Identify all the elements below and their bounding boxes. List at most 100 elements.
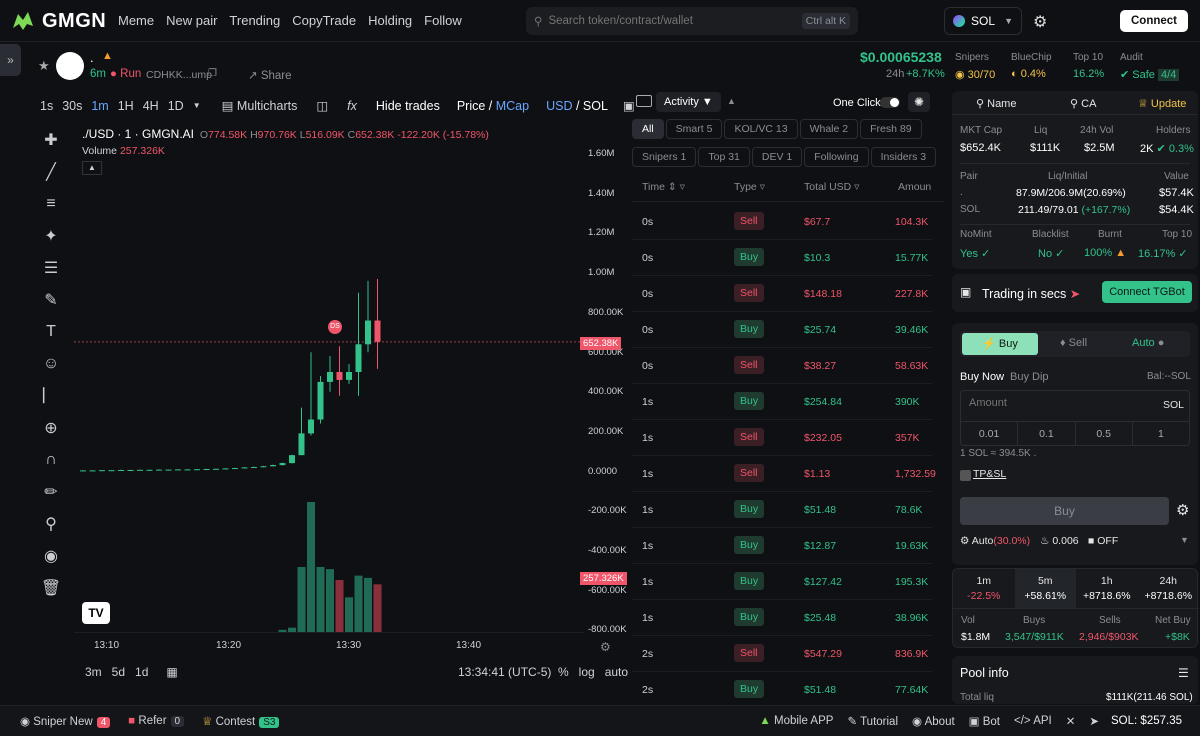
emoji-icon[interactable]: ☺ xyxy=(34,348,68,380)
filter-kol[interactable]: KOL/VC 13 xyxy=(724,119,798,139)
connect-tgbot-button[interactable]: Connect TGBot xyxy=(1102,281,1192,303)
activity-row[interactable]: 2s Sell $547.29 836.9K xyxy=(632,636,932,672)
period-1h[interactable]: 1h +8718.6% xyxy=(1076,569,1138,608)
pattern-icon[interactable]: ✦ xyxy=(34,220,68,252)
horizontal-lines-icon[interactable]: ≡ xyxy=(34,188,68,220)
connect-button[interactable]: Connect xyxy=(1120,10,1188,32)
range-3m[interactable]: 3m xyxy=(85,665,102,679)
amount-input[interactable] xyxy=(969,397,1129,409)
mode-percent[interactable]: % xyxy=(558,665,569,679)
tutorial-link[interactable]: ✎ Tutorial xyxy=(847,714,898,728)
mev-toggle[interactable]: ■ OFF xyxy=(1088,535,1118,547)
star-icon[interactable]: ★ xyxy=(38,58,50,74)
tf-4h[interactable]: 4H xyxy=(143,99,159,113)
ruler-icon[interactable]: ⎸ xyxy=(34,380,68,412)
nav-new-pair[interactable]: New pair xyxy=(166,13,217,28)
activity-tab[interactable]: Activity ▼ xyxy=(656,92,721,112)
filter-top[interactable]: Top 31 xyxy=(698,147,750,167)
brush-icon[interactable]: ✎ xyxy=(34,284,68,316)
activity-row[interactable]: 1s Sell $1.13 1,732.59 xyxy=(632,456,936,492)
crosshair-icon[interactable]: ✚ xyxy=(34,124,68,156)
preset-0-01[interactable]: 0.01 xyxy=(961,422,1019,445)
copy-icon[interactable]: ❐ xyxy=(208,68,217,79)
contest-link[interactable]: ♕ Contest S3 xyxy=(202,714,280,728)
tf-dropdown-icon[interactable]: ▼ xyxy=(193,101,201,110)
expand-settings-icon[interactable]: ▼ xyxy=(1180,535,1189,545)
activity-row[interactable]: 1s Buy $254.84 390K xyxy=(632,384,932,420)
nav-holding[interactable]: Holding xyxy=(368,13,412,28)
sidebar-expand-button[interactable]: » xyxy=(0,44,21,76)
filter-smart[interactable]: Smart 5 xyxy=(665,119,723,139)
lock-icon[interactable]: ⚲ xyxy=(34,508,68,540)
eye-icon[interactable]: ◉ xyxy=(34,540,68,572)
mode-log[interactable]: log xyxy=(579,665,595,679)
ds-marker[interactable]: DS xyxy=(328,320,342,334)
filter-snipers[interactable]: Snipers 1 xyxy=(632,147,697,167)
trade-settings-icon[interactable]: ⚙ xyxy=(1176,501,1189,519)
buy-dip-tab[interactable]: Buy Dip xyxy=(1010,371,1049,383)
multicharts-button[interactable]: ▤ Multicharts xyxy=(222,98,298,113)
activity-row[interactable]: 0s Buy $25.74 39.46K xyxy=(632,312,932,348)
nav-follow[interactable]: Follow xyxy=(424,13,462,28)
search-bar[interactable]: ⚲ Ctrl alt K xyxy=(526,7,858,35)
period-5m[interactable]: 5m +58.61% xyxy=(1014,569,1076,608)
fib-icon[interactable]: ☰ xyxy=(34,252,68,284)
filter-whale[interactable]: Whale 2 xyxy=(799,119,859,139)
activity-row[interactable]: 1s Buy $127.42 195.3K xyxy=(632,564,932,600)
period-1m[interactable]: 1m -22.5% xyxy=(953,569,1015,608)
tpsl-label[interactable]: TP&SL xyxy=(973,468,1006,480)
one-click-toggle[interactable] xyxy=(880,97,900,108)
activity-row[interactable]: 1s Buy $12.87 19.63K xyxy=(632,528,932,564)
period-24h[interactable]: 24h +8718.6% xyxy=(1138,569,1200,608)
price-mcap-toggle[interactable]: Price / MCap xyxy=(457,99,529,113)
search-input[interactable] xyxy=(548,15,802,27)
tab-update[interactable]: ♕ Update xyxy=(1138,97,1186,110)
activity-row[interactable]: 1s Buy $25.48 38.96K xyxy=(632,600,932,636)
brand-logo[interactable]: GMGN xyxy=(10,8,106,34)
range-5d[interactable]: 5d xyxy=(112,665,125,679)
trash-icon[interactable]: 🗑 xyxy=(34,572,68,604)
tpsl-checkbox[interactable] xyxy=(960,470,971,481)
filter-settings-icon[interactable]: ✺ xyxy=(908,92,930,112)
filter-dev[interactable]: DEV 1 xyxy=(751,147,803,167)
collapse-icon[interactable]: ▲ xyxy=(727,96,736,106)
usd-sol-toggle[interactable]: USD / SOL xyxy=(546,99,608,113)
header-amount[interactable]: Amoun xyxy=(898,181,931,193)
telegram-icon[interactable]: ➤ xyxy=(1089,714,1099,728)
zoom-icon[interactable]: ⊕ xyxy=(34,412,68,444)
candle-type-icon[interactable]: ◫ xyxy=(316,98,328,113)
buy-now-tab[interactable]: Buy Now xyxy=(960,371,1004,383)
chain-selector[interactable]: SOL ▼ xyxy=(944,7,1022,35)
tf-1h[interactable]: 1H xyxy=(118,99,134,113)
preset-1[interactable]: 1 xyxy=(1133,422,1189,445)
settings-gear-icon[interactable]: ⚙ xyxy=(1033,12,1047,32)
priority-fee[interactable]: ♨ 0.006 xyxy=(1040,535,1079,547)
x-social-icon[interactable]: ✕ xyxy=(1066,714,1076,728)
activity-row[interactable]: 0s Buy $10.3 15.77K xyxy=(632,240,932,276)
tab-buy[interactable]: ⚡ Buy xyxy=(962,333,1038,355)
trendline-icon[interactable]: ╱ xyxy=(34,156,68,188)
api-link[interactable]: </> API xyxy=(1014,715,1052,727)
nav-copytrade[interactable]: CopyTrade xyxy=(292,13,356,28)
mode-auto[interactable]: auto xyxy=(605,665,628,679)
buy-submit-button[interactable]: Buy xyxy=(960,497,1169,525)
amount-field[interactable]: SOL 0.01 0.1 0.5 1 xyxy=(960,390,1190,446)
activity-row[interactable]: 2s Buy $51.48 77.64K xyxy=(632,672,932,708)
contract-address[interactable]: CDHKK...ump xyxy=(146,69,212,81)
calendar-icon[interactable]: ▦ xyxy=(166,665,177,679)
range-1d[interactable]: 1d xyxy=(135,665,148,679)
tab-auto[interactable]: Auto ● xyxy=(1132,337,1164,349)
text-icon[interactable]: T xyxy=(34,316,68,348)
nav-meme[interactable]: Meme xyxy=(118,13,154,28)
hide-trades-button[interactable]: Hide trades xyxy=(376,99,440,113)
activity-row[interactable]: 0s Sell $148.18 227.8K xyxy=(632,276,932,312)
nav-trending[interactable]: Trending xyxy=(229,13,280,28)
panel-toggle-icon[interactable] xyxy=(636,95,652,107)
header-type[interactable]: Type ▿ xyxy=(734,181,765,193)
tab-sell[interactable]: ♦ Sell xyxy=(1060,337,1087,349)
tab-name[interactable]: ⚲ Name xyxy=(976,97,1016,110)
filter-fresh[interactable]: Fresh 89 xyxy=(860,119,922,139)
pool-menu-icon[interactable]: ☰ xyxy=(1178,666,1189,680)
auto-slippage[interactable]: ⚙ Auto(30.0%) xyxy=(960,535,1030,547)
preset-0-1[interactable]: 0.1 xyxy=(1018,422,1076,445)
